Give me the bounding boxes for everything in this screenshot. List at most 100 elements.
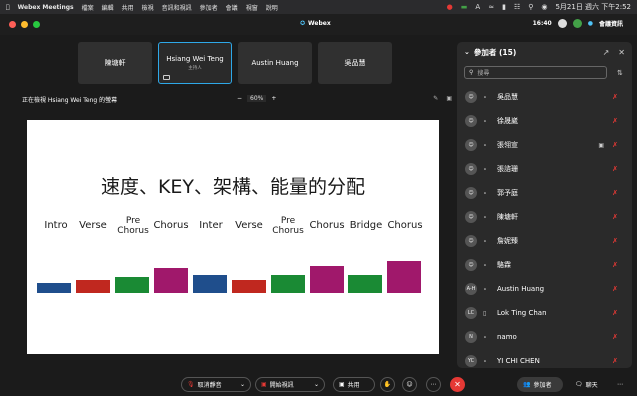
muted-mic-icon[interactable]: ✗ — [612, 93, 618, 101]
participant-row[interactable]: ☺ ∘ 徐晟崴 ✗ — [457, 109, 632, 133]
start-video-button[interactable]: ▣ 開始視訊 ⌄ — [255, 377, 325, 392]
tile-name: Austin Huang — [251, 59, 299, 67]
participant-row[interactable]: N ∘ namo ✗ — [457, 325, 632, 349]
muted-mic-icon[interactable]: ✗ — [612, 237, 618, 245]
energy-bar — [387, 261, 421, 293]
participant-name: Austin Huang — [497, 285, 545, 293]
menu-file[interactable]: 檔案 — [82, 3, 94, 12]
host-label: 主持人 — [188, 66, 202, 71]
menu-window[interactable]: 視窗 — [246, 3, 258, 12]
participant-name: 張諮珊 — [497, 165, 518, 173]
end-meeting-button[interactable]: ✕ — [450, 377, 465, 392]
annotate-icon[interactable]: ✎ — [433, 95, 438, 102]
reactions-button[interactable]: ☺ — [402, 377, 417, 392]
participants-label: 參加者 — [533, 382, 552, 389]
video-tile[interactable]: 陳塘軒 — [78, 42, 152, 84]
close-window-button[interactable] — [9, 21, 16, 28]
close-panel-icon[interactable]: ✕ — [618, 48, 625, 57]
menu-help[interactable]: 說明 — [266, 3, 278, 12]
chat-button[interactable]: 🗨 聊天 — [570, 377, 603, 392]
participant-row[interactable]: ☺ ∘ 張翎宣 ▣ ✗ — [457, 133, 632, 157]
security-shield-icon[interactable] — [557, 19, 567, 28]
headset-icon: ∘ — [483, 261, 487, 269]
more-panels-button[interactable]: ⋯ — [612, 377, 628, 392]
collapse-chevron-icon[interactable]: ⌄ — [464, 48, 470, 56]
muted-mic-icon[interactable]: ✗ — [612, 333, 618, 341]
muted-mic-icon[interactable]: ✗ — [612, 309, 618, 317]
meeting-info-button[interactable]: 會議資訊 — [599, 19, 623, 28]
zoom-in-button[interactable]: + — [271, 95, 276, 102]
network-status-icon[interactable] — [572, 19, 582, 28]
muted-mic-icon[interactable]: ✗ — [612, 165, 618, 173]
more-options-button[interactable]: ⋯ — [426, 377, 441, 392]
input-source-icon[interactable]: A — [475, 3, 480, 11]
popout-icon[interactable]: ↗ — [603, 48, 610, 57]
participant-row[interactable]: ☺ ∘ 陳塘軒 ✗ — [457, 205, 632, 229]
category-label: Pre Chorus — [117, 216, 149, 236]
camera-icon: ▣ — [598, 141, 604, 149]
muted-mic-icon[interactable]: ✗ — [612, 261, 618, 269]
energy-bar — [154, 268, 188, 293]
menu-participants[interactable]: 參加者 — [200, 3, 218, 12]
wifi-icon[interactable]: ≈ — [488, 3, 494, 11]
menu-edit[interactable]: 編輯 — [102, 3, 114, 12]
category-label: Pre Chorus — [272, 216, 304, 236]
muted-mic-icon[interactable]: ✗ — [612, 285, 618, 293]
battery-green-icon[interactable]: ▬ — [461, 3, 468, 11]
fullscreen-icon[interactable]: ▣ — [446, 95, 452, 102]
minimize-window-button[interactable] — [21, 21, 28, 28]
video-tile[interactable]: Austin Huang — [238, 42, 312, 84]
participant-name: 吳品慧 — [497, 93, 518, 101]
shared-screen-slide: 速度、KEY、架構、能量的分配 Intro Verse Pre Chorus Chor… — [27, 120, 439, 354]
category-label: Chorus — [309, 220, 345, 231]
zoom-window-button[interactable] — [33, 21, 40, 28]
unmute-button[interactable]: 🎙 取消靜音 ⌄ — [181, 377, 251, 392]
share-button[interactable]: ▣ 共用 — [333, 377, 375, 392]
spotlight-search-icon[interactable]: ⚲ — [528, 3, 533, 11]
participant-row[interactable]: LC ▯ Lok Ting Chan ✗ — [457, 301, 632, 325]
chevron-down-icon[interactable]: ⌄ — [240, 381, 245, 388]
window-controls — [9, 21, 40, 28]
participant-row[interactable]: ☺ ∘ 郭予庭 ✗ — [457, 181, 632, 205]
muted-mic-icon[interactable]: ✗ — [612, 117, 618, 125]
menu-share[interactable]: 共用 — [122, 3, 134, 12]
zoom-level[interactable]: 60% — [247, 95, 267, 102]
participant-row[interactable]: ☺ ∘ 吳品慧 ✗ — [457, 85, 632, 109]
muted-mic-icon[interactable]: ✗ — [612, 141, 618, 149]
muted-mic-icon[interactable]: ✗ — [612, 189, 618, 197]
participants-toggle-button[interactable]: 👥 參加者 — [517, 377, 563, 392]
siri-icon[interactable]: ◉ — [541, 3, 547, 11]
muted-mic-icon[interactable]: ✗ — [612, 357, 618, 365]
apple-icon[interactable]:  — [6, 4, 10, 11]
muted-mic-icon[interactable]: ✗ — [612, 213, 618, 221]
meeting-info-icon[interactable]: ● — [588, 20, 593, 27]
video-tile[interactable]: 吳品慧 — [318, 42, 392, 84]
headset-icon: ∘ — [483, 333, 487, 341]
menu-view[interactable]: 檢視 — [142, 3, 154, 12]
chevron-down-icon[interactable]: ⌄ — [314, 381, 319, 388]
headset-icon: ∘ — [483, 213, 487, 221]
control-center-icon[interactable]: ☷ — [514, 3, 520, 11]
sort-icon[interactable]: ⇅ — [617, 69, 623, 77]
menubar-datetime[interactable]: 5月21日 週六 下午2:52 — [555, 2, 631, 12]
search-placeholder: 搜尋 — [477, 70, 490, 77]
menu-audio-video[interactable]: 音訊和視訊 — [162, 3, 192, 12]
video-strip: 陳塘軒 Hsiang Wei Teng 主持人 Austin Huang 吳品慧 — [78, 42, 392, 84]
menu-meeting[interactable]: 會議 — [226, 3, 238, 12]
participant-search-input[interactable]: ⚲ 搜尋 — [464, 66, 607, 79]
zoom-out-button[interactable]: − — [237, 95, 242, 102]
menu-app-name[interactable]: Webex Meetings — [18, 4, 74, 11]
participant-row[interactable]: ☺ ∘ 駱霖 ✗ — [457, 253, 632, 277]
participant-row[interactable]: ☺ ∘ 張諮珊 ✗ — [457, 157, 632, 181]
raise-hand-button[interactable]: ✋ — [380, 377, 395, 392]
category-label: Chorus — [153, 220, 189, 231]
participant-row[interactable]: YC ∘ YI CHI CHEN ✗ — [457, 349, 632, 373]
video-tile-active-speaker[interactable]: Hsiang Wei Teng 主持人 — [158, 42, 232, 84]
headset-icon: ∘ — [483, 189, 487, 197]
participant-row[interactable]: ☺ ∘ 詹妮臻 ✗ — [457, 229, 632, 253]
headset-icon: ∘ — [483, 141, 487, 149]
video-off-icon: ▣ — [261, 381, 267, 388]
participant-row[interactable]: A-H ∘ Austin Huang ✗ — [457, 277, 632, 301]
webex-status-icon[interactable]: ● — [447, 3, 453, 11]
battery-icon[interactable]: ▮ — [502, 3, 506, 11]
